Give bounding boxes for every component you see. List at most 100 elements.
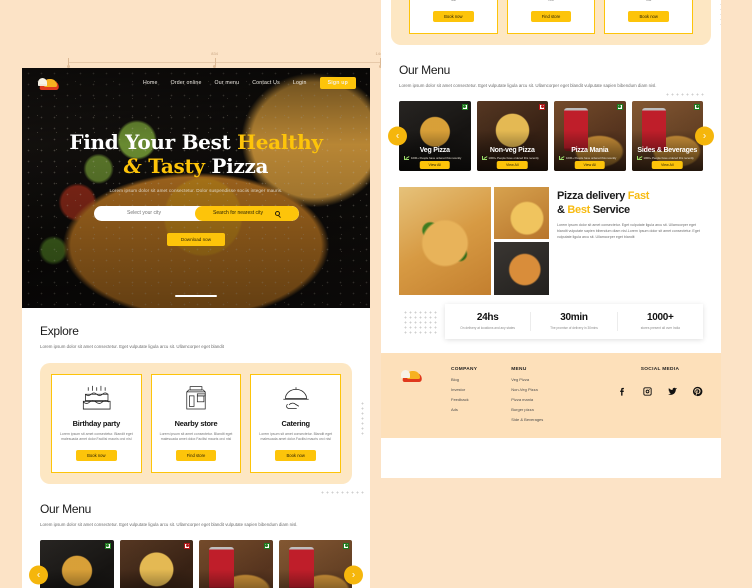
explore-card[interactable]: Birthday party Lorem ipsum sit amet cons… [409, 0, 498, 34]
delivery-title: Pizza delivery Fast & Best Service [557, 189, 650, 216]
carousel-prev-button[interactable]: ‹ [29, 565, 48, 585]
delivery-description: Lorem ipsum dolor sit amet consectetur. … [557, 223, 700, 240]
find-store-button[interactable]: Find store [175, 450, 217, 462]
book-now-button[interactable]: Book now [628, 10, 669, 22]
book-now-button[interactable]: Book now [76, 450, 117, 462]
download-now-button[interactable]: Download now [167, 232, 225, 246]
stat-value: 1000+ [647, 311, 674, 323]
menu-card[interactable] [40, 539, 114, 588]
nav-link-login[interactable]: Login [293, 80, 307, 86]
view-all-button[interactable]: View All [574, 160, 606, 169]
menu-card[interactable] [199, 539, 273, 588]
footer: COMPANY Blog Investor Feedback Ads MENU … [381, 352, 721, 438]
veg-badge-icon [461, 103, 468, 110]
menu-card[interactable]: Veg Pizza 1000+ People have ordered this… [399, 100, 471, 171]
menu-title: Our Menu [40, 502, 91, 517]
view-all-button[interactable]: View All [496, 160, 528, 169]
menu-card[interactable]: Non-veg Pizza 1000+ People have ordered … [476, 100, 548, 171]
view-all-button[interactable]: View All [651, 160, 683, 169]
dot-decoration [403, 309, 437, 334]
facebook-icon[interactable] [617, 386, 628, 397]
footer-link[interactable]: Burger pizza [511, 407, 543, 412]
carousel-next-button[interactable]: › [344, 565, 363, 585]
view-all-button[interactable]: View All [419, 160, 451, 169]
book-now-button[interactable]: Book now [275, 450, 316, 462]
explore-card-desc: Lorem ipsum sit amet consectetur. Blandi… [159, 431, 233, 442]
footer-heading: COMPANY [451, 366, 478, 372]
footer-link[interactable]: Side & Beverages [511, 417, 543, 422]
nav-link-contact-us[interactable]: Contact Us [252, 80, 280, 86]
carousel-prev-button[interactable]: ‹ [388, 126, 407, 146]
menu-card[interactable] [278, 539, 352, 588]
book-now-button[interactable]: Book now [433, 10, 474, 22]
carousel-next-button[interactable]: › [695, 126, 714, 146]
nav-link-our-menu[interactable]: Our menu [215, 80, 240, 86]
nonveg-badge-icon [184, 542, 190, 549]
explore-card[interactable]: Nearby store Lorem ipsum sit amet consec… [506, 0, 596, 34]
explore-card-title: Birthday party [72, 418, 121, 428]
explore-card-desc: Lorem ipsum sit amet consectetur. Blandi… [548, 0, 554, 3]
menu-card[interactable] [119, 539, 193, 588]
dot-decoration [665, 92, 705, 98]
signup-button[interactable]: Sign up [319, 77, 356, 89]
dot-decoration [360, 400, 366, 437]
footer-link[interactable]: Blog [451, 377, 477, 382]
explore-card-catering[interactable]: Catering Lorem ipsum sit amet consectetu… [250, 373, 342, 474]
nonveg-badge-icon [539, 103, 545, 110]
stat-item: 1000+ stores present all over India [618, 312, 703, 331]
menu-card-meta: 1000+ People have ordered this recently [636, 155, 694, 160]
hero-title: Find Your Best Healthy & Tasty Pizza [69, 130, 323, 179]
ruler-label: 834 [211, 51, 218, 56]
nav-link-order-online[interactable]: Order online [171, 80, 202, 86]
find-store-button[interactable]: Find store [530, 10, 572, 22]
veg-badge-icon [104, 542, 111, 549]
serving-cloche-icon [258, 384, 333, 414]
footer-link[interactable]: Veg Pizza [511, 377, 543, 382]
collage-image-top [494, 186, 549, 240]
menu-description: Lorem ipsum dolor sit amet consectetur. … [399, 82, 657, 88]
city-search-bar[interactable]: Search for nearest city [93, 205, 299, 221]
footer-link[interactable]: Feedback [451, 397, 477, 402]
veg-badge-icon [263, 542, 270, 549]
footer-link[interactable]: Non-Veg Pizza [511, 387, 543, 392]
veg-badge-icon [694, 103, 700, 110]
footer-link[interactable]: Investor [451, 387, 477, 392]
menu-section: Our Menu Lorem ipsum dolor sit amet cons… [381, 45, 721, 171]
menu-section-left: Our Menu Lorem ipsum dolor sit amet cons… [22, 484, 370, 588]
stat-item: 30min The promise of delivery in 30mins [531, 311, 618, 331]
preview-panel-right: Birthday party Lorem ipsum sit amet cons… [381, 0, 721, 478]
pinterest-icon[interactable] [692, 386, 703, 397]
hero-section: Home Order online Our menu Contact Us Lo… [22, 68, 370, 308]
explore-cards-container: Birthday party Lorem ipsum sit amet cons… [40, 362, 352, 485]
explore-card-birthday[interactable]: Birthday party Lorem ipsum sit amet cons… [51, 373, 142, 474]
explore-card-desc: Lorem ipsum sit amet consectetur. Blandi… [646, 0, 652, 3]
search-nearest-city-button[interactable]: Search for nearest city [194, 205, 299, 221]
birthday-cake-icon [59, 384, 134, 414]
dot-decoration [719, 0, 721, 26]
delivery-stats: 24hs On delivery at locations and any st… [445, 303, 703, 339]
instagram-icon[interactable] [642, 386, 653, 397]
delivery-image-collage [399, 186, 549, 295]
stat-item: 24hs On delivery at locations and any st… [445, 311, 532, 331]
twitter-icon[interactable] [667, 386, 678, 397]
city-input[interactable] [93, 210, 195, 217]
menu-card[interactable]: Sides & Beverages 1000+ People have orde… [631, 100, 703, 171]
footer-link[interactable]: Ads [451, 407, 477, 412]
stat-value: 30min [560, 311, 588, 323]
footer-column-company: COMPANY Blog Investor Feedback Ads [451, 367, 477, 422]
menu-card[interactable]: Pizza Mania 1000+ People have ordered th… [554, 100, 626, 171]
footer-link[interactable]: Pizza mania [511, 397, 543, 402]
explore-card-desc: Lorem ipsum sit amet consectetur. Blandi… [450, 0, 456, 3]
menu-card-title: Veg Pizza [419, 146, 450, 154]
magnifier-icon [275, 210, 281, 216]
explore-card-nearby-store[interactable]: Nearby store Lorem ipsum sit amet consec… [150, 373, 242, 474]
brand-logo[interactable] [36, 75, 62, 91]
stat-desc: On delivery at locations and any states [460, 325, 516, 330]
nav-link-home[interactable]: Home [143, 80, 158, 86]
menu-card-meta: 1000+ People have ordered this recently [481, 155, 539, 160]
collage-image-large [399, 186, 491, 295]
navbar: Home Order online Our menu Contact Us Lo… [22, 68, 370, 98]
menu-carousel: ‹ › [29, 539, 363, 588]
search-button-label: Search for nearest city [212, 210, 264, 217]
explore-card[interactable]: Catering Lorem ipsum sit amet consectetu… [604, 0, 694, 34]
